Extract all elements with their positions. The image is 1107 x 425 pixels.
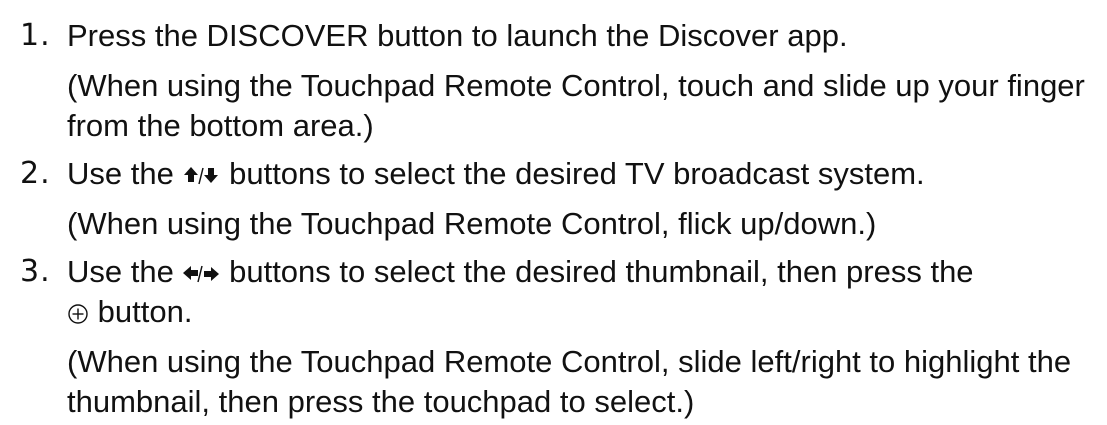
left-right-arrow-icon bbox=[182, 263, 220, 285]
step-1: 1. Press the DISCOVER button to launch t… bbox=[0, 16, 1097, 146]
step-text-before: Use the bbox=[67, 156, 174, 191]
step-2: 2. Use the buttons to select the desired… bbox=[0, 154, 1097, 244]
up-down-arrow-icon bbox=[182, 165, 220, 187]
step-note: (When using the Touchpad Remote Control,… bbox=[67, 344, 1072, 419]
step-text-continued: button. bbox=[67, 292, 1097, 332]
step-text-end: button. bbox=[97, 294, 193, 329]
step-text-before: Use the bbox=[67, 254, 174, 289]
instruction-steps: 1. Press the DISCOVER button to launch t… bbox=[0, 0, 1107, 422]
step-text: Use the buttons to select the desired th… bbox=[67, 252, 1097, 292]
step-text-after: buttons to select the desired thumbnail,… bbox=[229, 254, 974, 289]
enter-circle-icon bbox=[67, 303, 89, 325]
step-note: (When using the Touchpad Remote Control,… bbox=[67, 206, 877, 241]
step-number: 1. bbox=[20, 18, 51, 53]
step-text: Press the DISCOVER button to launch the … bbox=[67, 18, 848, 53]
step-3: 3. Use the buttons to select the desired… bbox=[0, 252, 1097, 422]
step-number: 3. bbox=[20, 254, 51, 289]
step-number: 2. bbox=[20, 156, 51, 191]
step-text: Use the buttons to select the desired TV… bbox=[67, 154, 1097, 194]
step-note: (When using the Touchpad Remote Control,… bbox=[67, 68, 1085, 143]
step-text-after: buttons to select the desired TV broadca… bbox=[229, 156, 925, 191]
